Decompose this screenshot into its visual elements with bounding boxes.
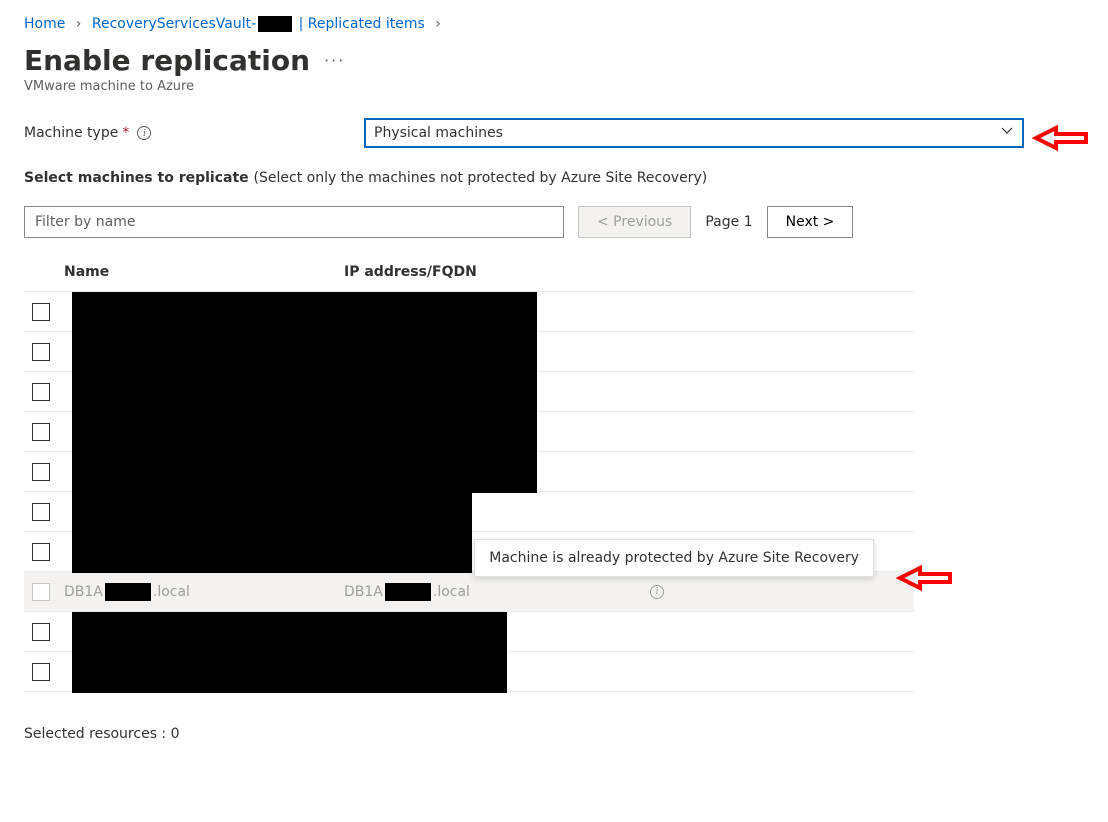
row-checkbox[interactable] (32, 383, 50, 401)
row-checkbox[interactable] (32, 623, 50, 641)
info-icon[interactable]: i (650, 585, 664, 599)
redacted-text (385, 583, 431, 601)
page-indicator: Page 1 (705, 214, 752, 230)
machine-type-value: Physical machines (374, 125, 503, 141)
column-header-ip[interactable]: IP address/FQDN (344, 264, 914, 280)
row-checkbox[interactable] (32, 503, 50, 521)
table-row[interactable] (24, 452, 914, 492)
select-machines-label: Select machines to replicate (24, 170, 254, 186)
protected-tooltip: Machine is already protected by Azure Si… (474, 539, 874, 577)
row-checkbox[interactable] (32, 303, 50, 321)
breadcrumb-vault[interactable]: RecoveryServicesVault- | Replicated item… (92, 16, 429, 32)
table-row[interactable] (24, 332, 914, 372)
table-row[interactable] (24, 652, 914, 692)
row-checkbox[interactable] (32, 463, 50, 481)
filter-input[interactable] (24, 206, 564, 238)
page-title: Enable replication (24, 44, 310, 77)
chevron-right-icon: › (76, 16, 82, 32)
machine-type-select[interactable]: Physical machines (364, 118, 1024, 148)
selected-resources-label: Selected resources : 0 (24, 726, 1084, 742)
column-header-name[interactable]: Name (64, 264, 344, 280)
table-row[interactable] (24, 612, 914, 652)
table-row[interactable] (24, 372, 914, 412)
breadcrumb-home[interactable]: Home (24, 16, 65, 32)
chevron-down-icon (1000, 124, 1014, 142)
next-button[interactable]: Next > (767, 206, 854, 238)
row-checkbox[interactable] (32, 423, 50, 441)
required-asterisk: * (122, 125, 129, 141)
previous-button: < Previous (578, 206, 691, 238)
more-actions-button[interactable]: ··· (324, 51, 345, 70)
breadcrumb: Home › RecoveryServicesVault- | Replicat… (24, 16, 1084, 32)
table-row-disabled: DB1A.local DB1A.local i Machine is alrea… (24, 572, 914, 612)
table-row[interactable] (24, 412, 914, 452)
machine-type-label: Machine type (24, 125, 118, 141)
redacted-text (105, 583, 151, 601)
row-checkbox[interactable] (32, 663, 50, 681)
row-checkbox-disabled (32, 583, 50, 601)
table-row[interactable] (24, 492, 914, 532)
row-checkbox[interactable] (32, 543, 50, 561)
chevron-right-icon: › (435, 16, 441, 32)
row-checkbox[interactable] (32, 343, 50, 361)
select-machines-hint: (Select only the machines not protected … (254, 170, 708, 186)
table-row[interactable] (24, 292, 914, 332)
info-icon[interactable]: i (137, 126, 151, 140)
page-subtitle: VMware machine to Azure (24, 79, 1084, 94)
redacted-text (258, 16, 292, 32)
